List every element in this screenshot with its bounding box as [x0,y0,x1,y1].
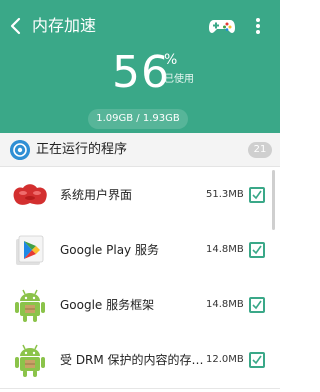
scrollbar[interactable] [272,170,275,230]
header: 内存加速 56 % 已使用 1.09GB / 1.93GB [0,0,280,133]
more-options-icon[interactable] [252,14,264,38]
app-row[interactable]: 受 DRM 保护的内容的存… 12.0MB [0,333,280,389]
memory-usage-pill: 1.09GB / 1.93GB [88,109,188,129]
running-programs-icon [10,140,30,160]
section-title: 正在运行的程序 [36,142,128,157]
app-row[interactable]: Google 服务框架 14.8MB [0,278,280,334]
android-robot-icon [15,289,45,322]
app-memory-size: 12.0MB [206,354,244,365]
back-arrow-icon[interactable] [6,14,26,38]
app-checkbox[interactable] [249,352,265,368]
checkmark-icon [252,300,262,310]
app-checkbox[interactable] [249,242,265,258]
app-name: Google 服务框架 [60,298,155,312]
running-apps-header: 正在运行的程序 21 [0,133,280,167]
app-checkbox[interactable] [249,297,265,313]
app-count-badge: 21 [248,142,272,158]
app-name: Google Play 服务 [60,243,159,257]
app-name: 系统用户界面 [60,188,133,202]
app-row[interactable]: 系统用户界面 51.3MB [0,168,280,224]
checkmark-icon [252,245,262,255]
page-title: 内存加速 [32,16,97,35]
memory-usage-percent: 56 [112,47,170,98]
app-memory-size: 51.3MB [206,189,244,200]
app-memory-size: 14.8MB [206,299,244,310]
red-jellybean-icon [13,184,47,205]
percent-sign: % [164,52,178,68]
checkmark-icon [252,355,262,365]
used-label: 已使用 [164,74,194,85]
app-memory-size: 14.8MB [206,244,244,255]
app-checkbox[interactable] [249,187,265,203]
checkmark-icon [252,190,262,200]
app-name: 受 DRM 保护的内容的存… [60,353,204,367]
app-row[interactable]: Google Play 服务 14.8MB [0,223,280,279]
android-robot-icon [15,344,45,377]
google-play-icon [16,235,44,265]
top-bar: 内存加速 [0,0,280,52]
gamepad-icon[interactable] [208,15,236,37]
